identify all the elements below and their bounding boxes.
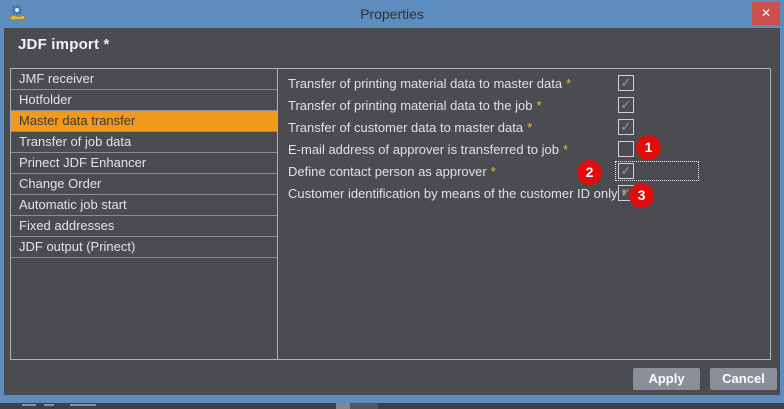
sidebar-item-label: JMF receiver xyxy=(19,71,95,86)
window-title: Properties xyxy=(360,6,424,22)
checkmark-icon: ✓ xyxy=(620,75,632,90)
sidebar-item-prinect-jdf-enhancer[interactable]: Prinect JDF Enhancer xyxy=(11,153,277,174)
sidebar-item-jmf-receiver[interactable]: JMF receiver xyxy=(11,69,277,90)
sidebar-item-jdf-output-prinect-[interactable]: JDF output (Prinect) xyxy=(11,237,277,258)
sidebar-item-label: Master data transfer xyxy=(19,113,136,128)
setting-checkbox[interactable]: ✓ xyxy=(618,119,634,135)
checkmark-icon: ✓ xyxy=(620,119,632,134)
sidebar-item-label: Automatic job start xyxy=(19,197,127,212)
required-asterisk: * xyxy=(490,164,496,179)
page-title: JDF import * xyxy=(18,36,110,53)
sidebar-item-change-order[interactable]: Change Order xyxy=(11,174,277,195)
setting-row: E-mail address of approver is transferre… xyxy=(278,135,770,161)
setting-checkbox[interactable]: ✓ xyxy=(618,141,634,157)
setting-checkbox[interactable]: ✓ xyxy=(618,97,634,113)
sidebar-item-transfer-of-job-data[interactable]: Transfer of job data xyxy=(11,132,277,153)
required-asterisk: * xyxy=(562,142,569,157)
setting-label: E-mail address of approver is transferre… xyxy=(288,142,569,157)
apply-button[interactable]: Apply xyxy=(633,368,700,390)
annotation-badge: 2 xyxy=(577,160,602,185)
setting-label: Customer identification by means of the … xyxy=(288,186,627,201)
annotation-badge: 1 xyxy=(636,135,661,160)
close-icon[interactable]: ✕ xyxy=(752,2,780,25)
setting-checkbox[interactable]: ✓ xyxy=(618,75,634,91)
cancel-button[interactable]: Cancel xyxy=(710,368,777,390)
settings-panel: JMF receiver Hotfolder Master data trans… xyxy=(10,68,771,360)
checkmark-icon: ✓ xyxy=(620,163,632,178)
setting-checkbox[interactable]: ✓ xyxy=(618,163,634,179)
setting-label: Transfer of printing material data to th… xyxy=(288,98,542,113)
sidebar-nav: JMF receiver Hotfolder Master data trans… xyxy=(11,69,278,359)
sidebar-item-label: Hotfolder xyxy=(19,92,72,107)
sidebar-item-label: Transfer of job data xyxy=(19,134,132,149)
sidebar-item-hotfolder[interactable]: Hotfolder xyxy=(11,90,277,111)
sidebar-item-label: Fixed addresses xyxy=(19,218,115,233)
background-window-strip xyxy=(0,403,784,409)
properties-dialog: Properties ✕ JDF import * JMF receiver H… xyxy=(0,0,784,403)
setting-row: Customer identification by means of the … xyxy=(278,183,770,208)
setting-label: Transfer of customer data to master data… xyxy=(288,120,533,135)
setting-row: Transfer of customer data to master data… xyxy=(278,117,770,139)
sidebar-item-automatic-job-start[interactable]: Automatic job start xyxy=(11,195,277,216)
sidebar-item-label: JDF output (Prinect) xyxy=(19,239,136,254)
settings-rows: Transfer of printing material data to ma… xyxy=(278,69,770,359)
titlebar: Properties ✕ xyxy=(0,0,784,28)
sidebar-item-label: Prinect JDF Enhancer xyxy=(19,155,147,170)
dialog-content: JDF import * JMF receiver Hotfolder Mast… xyxy=(4,28,780,395)
setting-row: Define contact person as approver * ✓ 2 xyxy=(278,160,770,185)
annotation-badge: 3 xyxy=(629,183,654,208)
setting-label: Transfer of printing material data to ma… xyxy=(288,76,572,91)
required-asterisk: * xyxy=(536,98,542,113)
setting-row: Transfer of printing material data to ma… xyxy=(278,73,770,95)
checkmark-icon: ✓ xyxy=(620,97,632,112)
setting-label: Define contact person as approver * xyxy=(288,164,496,179)
sidebar-item-label: Change Order xyxy=(19,176,102,191)
required-asterisk: * xyxy=(527,120,533,135)
setting-row: Transfer of printing material data to th… xyxy=(278,95,770,117)
sidebar-item-fixed-addresses[interactable]: Fixed addresses xyxy=(11,216,277,237)
required-asterisk: * xyxy=(566,76,572,91)
sidebar-item-master-data-transfer[interactable]: Master data transfer xyxy=(11,111,277,132)
